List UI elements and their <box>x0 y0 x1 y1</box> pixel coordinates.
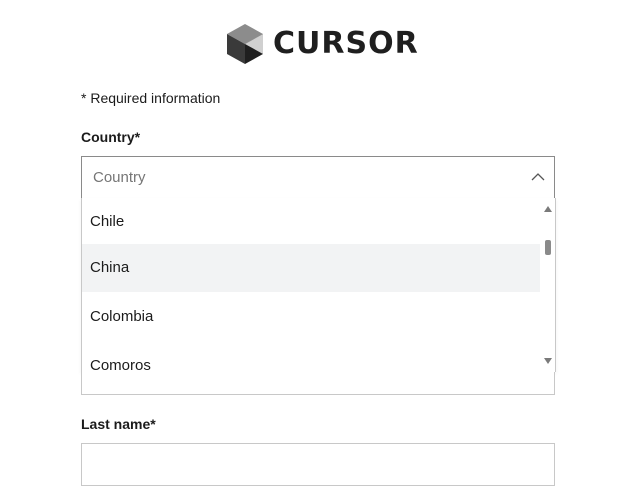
option-comoros[interactable]: Comoros <box>82 342 540 372</box>
obscured-field[interactable] <box>81 372 555 395</box>
option-chile[interactable]: Chile <box>82 198 540 246</box>
last-name-label: Last name* <box>81 416 156 432</box>
chevron-up-icon[interactable] <box>530 169 546 185</box>
country-select[interactable]: Country <box>81 156 555 199</box>
country-dropdown-list[interactable]: Chile China Colombia Comoros <box>81 198 556 372</box>
cursor-logo: CURSOR <box>225 22 419 66</box>
option-china[interactable]: China <box>82 244 540 292</box>
country-placeholder: Country <box>93 169 146 186</box>
last-name-input[interactable] <box>81 443 555 486</box>
scroll-down-arrow-icon[interactable] <box>544 358 552 364</box>
required-information-note: * Required information <box>81 90 221 106</box>
logo-text: CURSOR <box>273 26 419 61</box>
country-label: Country* <box>81 129 141 145</box>
scroll-up-arrow-icon[interactable] <box>544 206 552 212</box>
option-colombia[interactable]: Colombia <box>82 293 540 341</box>
scroll-thumb[interactable] <box>545 240 551 255</box>
cube-logo-icon <box>227 24 263 64</box>
dropdown-scrollbar[interactable] <box>541 198 555 372</box>
